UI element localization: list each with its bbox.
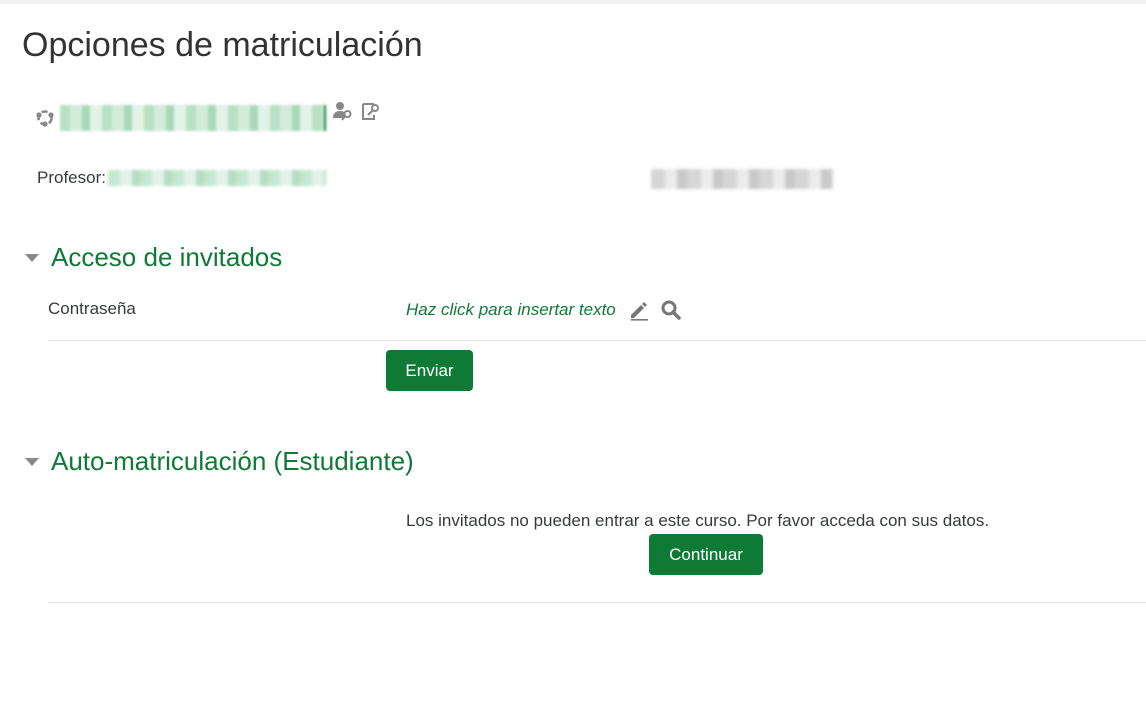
key-edit-icon[interactable] — [360, 100, 382, 122]
password-inplace-editable: Haz click para insertar texto — [406, 296, 692, 324]
caret-down-icon — [25, 457, 39, 466]
continuar-button[interactable]: Continuar — [649, 534, 763, 575]
divider — [48, 340, 1146, 341]
teacher-name — [107, 170, 326, 186]
guest-notice: Los invitados no pueden entrar a este cu… — [406, 511, 990, 530]
course-header — [34, 100, 388, 136]
teacher-label: Profesor: — [37, 168, 106, 187]
password-label: Contraseña — [48, 299, 136, 318]
caret-down-icon — [25, 253, 39, 262]
pencil-icon[interactable] — [628, 299, 650, 321]
user-key-icon[interactable] — [332, 100, 354, 122]
section-self-heading: Auto-matriculación (Estudiante) — [51, 446, 414, 476]
divider — [48, 602, 1146, 603]
page-title: Opciones de matriculación — [22, 26, 423, 64]
course-network-icon — [36, 110, 54, 127]
top-border — [0, 0, 1146, 4]
password-inplace-text[interactable]: Haz click para insertar texto — [406, 300, 616, 320]
section-guest-toggle[interactable]: Acceso de invitados — [22, 242, 282, 273]
course-name-link[interactable] — [60, 105, 326, 131]
section-self-toggle[interactable]: Auto-matriculación (Estudiante) — [22, 446, 414, 477]
search-icon[interactable] — [660, 299, 682, 321]
course-enrol-icons — [332, 100, 388, 122]
course-meta-redacted — [651, 169, 833, 189]
section-guest-heading: Acceso de invitados — [51, 242, 283, 272]
teacher-row: Profesor: — [37, 166, 326, 190]
enviar-button[interactable]: Enviar — [386, 350, 473, 391]
